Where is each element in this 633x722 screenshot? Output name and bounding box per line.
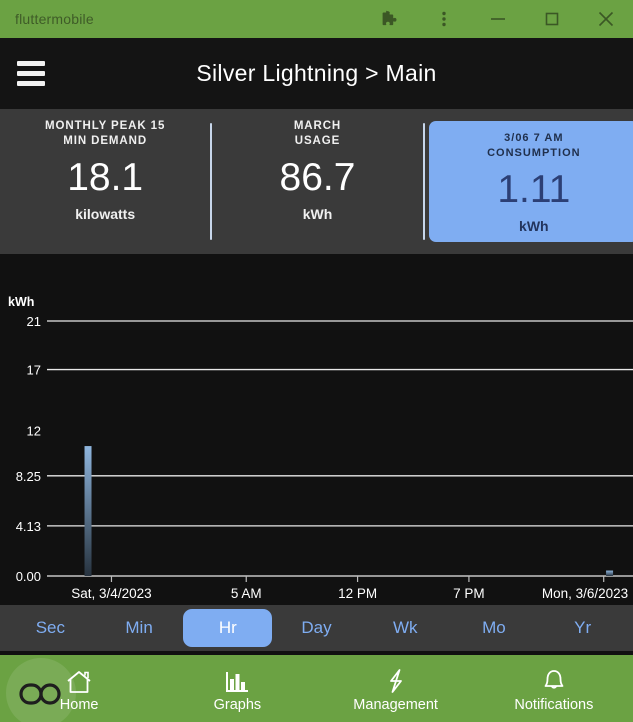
app-header: Silver Lightning > Main bbox=[0, 38, 633, 109]
time-range-tabs[interactable]: Sec Min Hr Day Wk Mo Yr bbox=[0, 605, 633, 651]
link-icon bbox=[19, 681, 63, 705]
close-button[interactable] bbox=[579, 0, 633, 38]
metric-divider bbox=[422, 123, 425, 240]
range-tab-wk[interactable]: Wk bbox=[361, 609, 450, 647]
nav-item-management[interactable]: Management bbox=[317, 655, 475, 722]
x-tick-label: 7 PM bbox=[453, 586, 485, 601]
metric-value: 1.11 bbox=[497, 168, 571, 211]
chart-x-ticks: Sat, 3/4/2023 5 AM 12 PM 7 PM Mon, 3/6/2023 bbox=[71, 576, 628, 601]
x-tick-label: Mon, 3/6/2023 bbox=[542, 586, 628, 601]
page-title: Silver Lightning > Main bbox=[196, 60, 437, 86]
y-tick-label: 4.13 bbox=[16, 519, 41, 534]
nav-label: Management bbox=[353, 696, 438, 713]
chart-y-ticks: 21 17 12 8.25 4.13 0.00 bbox=[16, 314, 41, 584]
app-window: fluttermobile Silver Lightning > Main MO… bbox=[0, 0, 633, 722]
bottom-navigation: Home Graphs Management Notifications bbox=[0, 655, 633, 722]
metric-label: MONTHLY PEAK 15 MIN DEMAND bbox=[45, 119, 165, 149]
chart-bars[interactable] bbox=[84, 446, 614, 576]
nav-item-notifications[interactable]: Notifications bbox=[475, 655, 633, 722]
metric-unit: kilowatts bbox=[75, 206, 136, 222]
metric-label-line2: USAGE bbox=[294, 135, 341, 147]
bar-chart-icon bbox=[222, 665, 252, 695]
nav-label: Notifications bbox=[514, 696, 594, 713]
metric-card-march-usage[interactable]: MARCH USAGE 86.7 kWh bbox=[212, 109, 422, 254]
metric-card-consumption[interactable]: 3/06 7 AM CONSUMPTION 1.11 kWh bbox=[428, 121, 633, 242]
y-tick-label: 8.25 bbox=[16, 469, 41, 484]
metric-label-line2: CONSUMPTION bbox=[487, 147, 581, 159]
range-tab-day[interactable]: Day bbox=[272, 609, 361, 647]
nav-label: Graphs bbox=[213, 696, 262, 713]
metric-label: MARCH USAGE bbox=[294, 119, 341, 149]
metric-unit: kWh bbox=[302, 206, 333, 222]
metric-value: 18.1 bbox=[67, 156, 144, 199]
chart-bar[interactable] bbox=[606, 570, 614, 576]
range-tab-yr[interactable]: Yr bbox=[538, 609, 627, 647]
bell-icon bbox=[540, 665, 568, 695]
minimize-button[interactable] bbox=[471, 0, 525, 38]
range-tab-sec[interactable]: Sec bbox=[6, 609, 95, 647]
metric-label-line1: MARCH bbox=[293, 120, 342, 132]
link-fab[interactable] bbox=[6, 658, 76, 722]
lightning-bolt-icon bbox=[382, 665, 410, 695]
chart-canvas[interactable]: kWh 21 17 12 8.25 4.13 0.00 Sat, 3/4/2023 5 AM… bbox=[0, 254, 633, 605]
y-axis-title: kWh bbox=[8, 295, 34, 309]
range-tab-hr[interactable]: Hr bbox=[183, 609, 273, 647]
metric-card-monthly-peak[interactable]: MONTHLY PEAK 15 MIN DEMAND 18.1 kilowatt… bbox=[0, 109, 210, 254]
nav-item-graphs[interactable]: Graphs bbox=[158, 655, 316, 722]
y-tick-label: 21 bbox=[27, 314, 41, 329]
x-tick-label: 12 PM bbox=[338, 586, 377, 601]
y-tick-label: 12 bbox=[27, 423, 41, 438]
extensions-icon[interactable] bbox=[363, 0, 417, 38]
metric-label-line1: MONTHLY PEAK 15 bbox=[45, 120, 166, 132]
chart-gridlines bbox=[47, 320, 633, 577]
x-tick-label: 5 AM bbox=[231, 586, 262, 601]
metric-unit: kWh bbox=[519, 218, 549, 234]
maximize-button[interactable] bbox=[525, 0, 579, 38]
x-tick-label: Sat, 3/4/2023 bbox=[71, 586, 151, 601]
window-titlebar: fluttermobile bbox=[0, 0, 633, 38]
y-tick-label: 17 bbox=[27, 363, 41, 378]
usage-chart[interactable]: kWh 21 17 12 8.25 4.13 0.00 Sat, 3/4/2023 5 AM… bbox=[0, 254, 633, 605]
more-menu-icon[interactable] bbox=[417, 0, 471, 38]
y-tick-label: 0.00 bbox=[16, 569, 41, 584]
metric-label-line1: 3/06 7 AM bbox=[504, 132, 564, 144]
metric-value: 86.7 bbox=[279, 156, 356, 199]
metric-label-line2: MIN DEMAND bbox=[63, 135, 148, 147]
metric-label: 3/06 7 AM CONSUMPTION bbox=[487, 131, 581, 161]
range-tab-min[interactable]: Min bbox=[95, 609, 184, 647]
chart-bar[interactable] bbox=[84, 446, 92, 576]
range-tab-mo[interactable]: Mo bbox=[450, 609, 539, 647]
metrics-strip: MONTHLY PEAK 15 MIN DEMAND 18.1 kilowatt… bbox=[0, 109, 633, 254]
window-title: fluttermobile bbox=[15, 11, 94, 27]
